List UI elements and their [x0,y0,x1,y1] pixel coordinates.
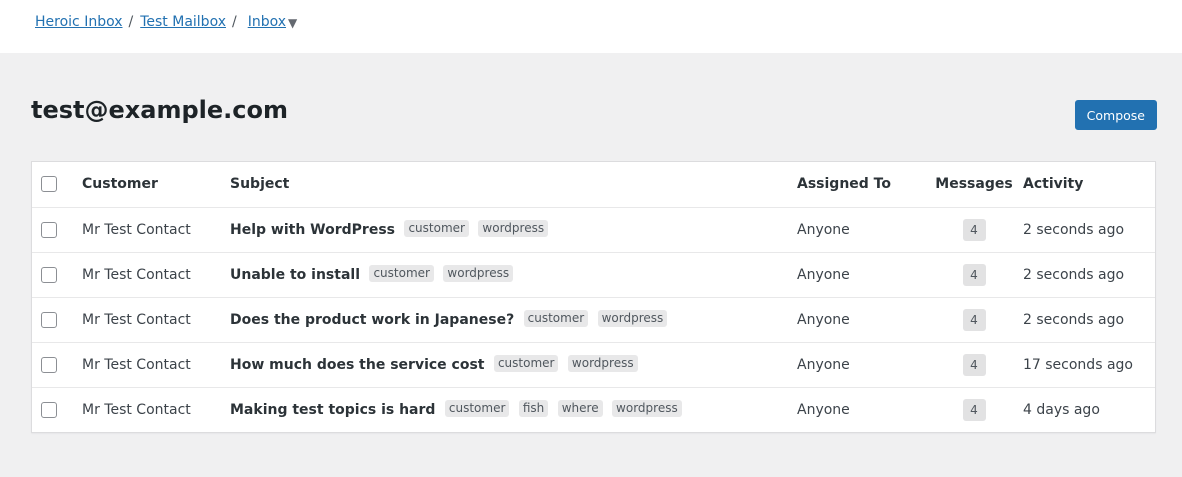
message-count-badge: 4 [962,398,986,421]
subject-link[interactable]: Help with WordPress [230,222,395,238]
assigned-cell: Anyone [797,401,850,418]
tag-badge: customer [404,220,469,237]
row-checkbox[interactable] [41,401,57,418]
subject-link[interactable]: Making test topics is hard [230,402,435,418]
subject-cell: Does the product work in Japanese? custo… [230,297,797,342]
select-all-checkbox[interactable] [41,176,57,193]
table-row[interactable]: Mr Test Contact Making test topics is ha… [32,387,1155,432]
subject-cell: Help with WordPress customer wordpress [230,207,797,252]
activity-cell: 17 seconds ago [1023,356,1133,373]
table-row[interactable]: Mr Test Contact Help with WordPress cust… [32,207,1155,252]
subject-link[interactable]: Does the product work in Japanese? [230,312,514,328]
tag-badge: wordpress [443,265,514,282]
activity-cell: 4 days ago [1023,401,1100,418]
breadcrumb-separator: / [128,14,134,30]
compose-button[interactable]: Compose [1074,100,1157,130]
tag-badge: where [557,400,603,418]
header-customer: Customer [82,176,158,193]
row-checkbox[interactable] [41,266,57,283]
breadcrumb-bar: Heroic Inbox / Test Mailbox / Inbox ▼ [0,0,1182,53]
tag-badge: wordpress [612,400,682,418]
tag-badge: customer [523,310,589,327]
table-row[interactable]: Mr Test Contact Does the product work in… [32,297,1155,342]
assigned-cell: Anyone [797,356,850,373]
row-checkbox-cell [32,252,82,297]
row-checkbox[interactable] [41,311,57,328]
conversation-table: Customer Subject Assigned To Messages Ac… [31,161,1156,433]
header-activity: Activity [1023,176,1084,193]
table-row[interactable]: Mr Test Contact Unable to install custom… [32,252,1155,297]
activity-cell: 2 seconds ago [1023,221,1125,238]
message-count-badge: 4 [962,353,986,376]
tag-badge: wordpress [567,355,638,372]
activity-cell: 2 seconds ago [1023,266,1125,283]
breadcrumb-link-test-mailbox[interactable]: Test Mailbox [140,14,226,30]
assigned-cell: Anyone [797,221,850,238]
messages-cell: 4 [925,207,1023,252]
messages-cell: 4 [925,387,1023,432]
message-count-badge: 4 [962,308,986,331]
subject-link[interactable]: How much does the service cost [230,357,484,373]
tag-badge: customer [369,265,434,282]
header-checkbox-cell [32,162,82,207]
row-checkbox[interactable] [41,356,57,373]
row-checkbox-cell [32,387,82,432]
customer-cell: Mr Test Contact [82,401,191,418]
customer-cell: Mr Test Contact [82,221,191,238]
row-checkbox-cell [32,342,82,387]
tag-badge: wordpress [478,220,549,237]
tag-badge: customer [493,355,559,372]
breadcrumb-separator: / [231,14,237,30]
customer-cell: Mr Test Contact [82,356,191,373]
row-checkbox[interactable] [41,221,57,238]
header-assigned-to: Assigned To [797,176,891,193]
subject-cell: Unable to install customer wordpress [230,252,797,297]
message-count-badge: 4 [962,218,986,241]
messages-cell: 4 [925,252,1023,297]
messages-cell: 4 [925,342,1023,387]
row-checkbox-cell [32,207,82,252]
customer-cell: Mr Test Contact [82,266,191,283]
page-title: test@example.com [31,96,288,124]
breadcrumb-link-heroic-inbox[interactable]: Heroic Inbox [35,14,123,30]
table-row[interactable]: Mr Test Contact How much does the servic… [32,342,1155,387]
caret-down-icon[interactable]: ▼ [288,16,297,30]
customer-cell: Mr Test Contact [82,311,191,328]
messages-cell: 4 [925,297,1023,342]
subject-cell: Making test topics is hard customer fish… [230,387,797,432]
assigned-cell: Anyone [797,311,850,328]
tag-badge: wordpress [597,310,668,327]
tag-badge: customer [444,400,510,418]
row-checkbox-cell [32,297,82,342]
subject-link[interactable]: Unable to install [230,267,360,283]
tag-badge: fish [518,400,549,418]
subject-cell: How much does the service cost customer … [230,342,797,387]
header-messages: Messages [935,176,1013,193]
activity-cell: 2 seconds ago [1023,311,1125,328]
breadcrumb-current-inbox[interactable]: Inbox [248,14,286,30]
header-subject: Subject [230,176,290,193]
breadcrumb-inbox-dropdown[interactable]: Inbox ▼ [248,14,298,30]
assigned-cell: Anyone [797,266,850,283]
table-header-row: Customer Subject Assigned To Messages Ac… [32,162,1155,207]
message-count-badge: 4 [962,263,986,286]
